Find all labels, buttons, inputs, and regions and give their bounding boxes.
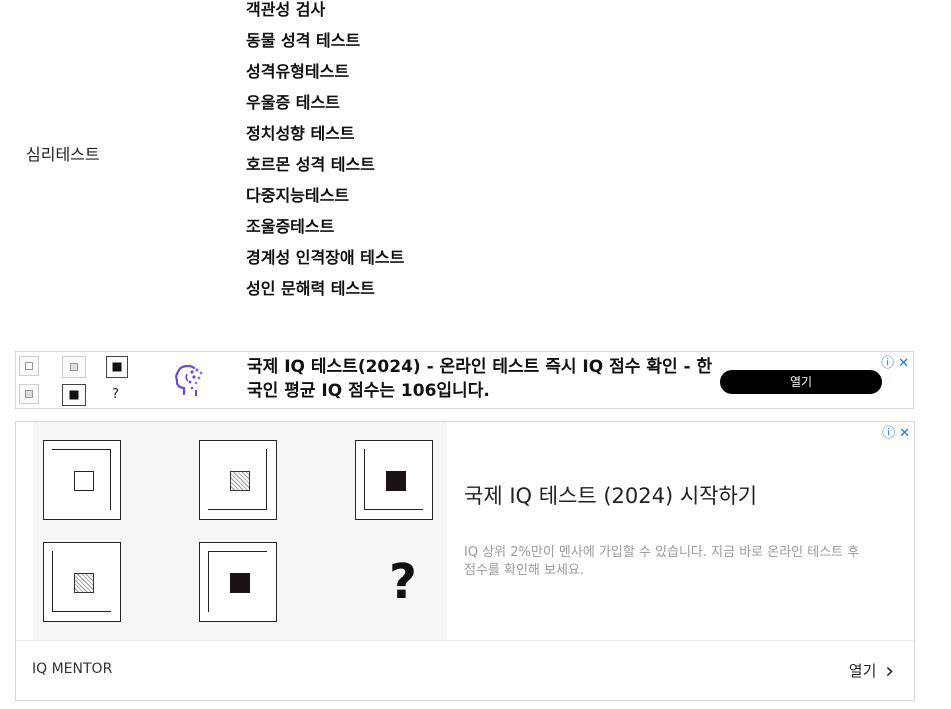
puzzle-question-mark: ? xyxy=(112,387,119,402)
banner-open-button[interactable]: 열기 xyxy=(720,370,882,394)
banner-ad-title[interactable]: 국제 IQ 테스트(2024) - 온라인 테스트 즉시 IQ 점수 확인 - … xyxy=(247,355,717,403)
ad-headline[interactable]: 국제 IQ 테스트 (2024) 시작하기 xyxy=(464,480,757,510)
test-list: 객관성 검사 동물 성격 테스트 성격유형테스트 우울증 테스트 정치성향 테스… xyxy=(246,0,404,308)
test-link[interactable]: 우울증 테스트 xyxy=(246,91,404,122)
ad-choices[interactable]: ⓘ ✕ xyxy=(878,422,910,441)
test-link[interactable]: 조울증테스트 xyxy=(246,215,404,246)
test-link[interactable]: 다중지능테스트 xyxy=(246,184,404,215)
test-link[interactable]: 성인 문해력 테스트 xyxy=(246,277,404,308)
info-icon[interactable]: ⓘ xyxy=(882,426,895,441)
puzzle-box xyxy=(199,542,277,622)
ad-description[interactable]: IQ 상위 2%만이 멘사에 가입할 수 있습니다. 지금 바로 온라인 테스트… xyxy=(464,544,864,580)
puzzle-box xyxy=(355,440,433,520)
category-label[interactable]: 심리테스트 xyxy=(26,141,100,165)
open-label: 열기 xyxy=(848,662,877,680)
banner-ad[interactable]: ? 국제 IQ 테스트(2024) - 온라인 테스트 즉시 IQ 점수 확인 … xyxy=(15,351,914,409)
open-button[interactable]: 열기 › xyxy=(849,659,894,684)
close-icon[interactable]: ✕ xyxy=(899,426,910,441)
puzzle-box xyxy=(199,440,277,520)
test-link[interactable]: 정치성향 테스트 xyxy=(246,122,404,153)
puzzle-thumbnail xyxy=(62,356,86,378)
puzzle-thumbnail xyxy=(19,384,39,404)
puzzle-thumbnail xyxy=(19,356,39,376)
brain-icon xyxy=(175,364,203,396)
puzzle-question-mark: ? xyxy=(389,554,417,610)
chevron-right-icon: › xyxy=(885,659,894,684)
test-link[interactable]: 객관성 검사 xyxy=(246,0,404,29)
ad-choices[interactable]: ⓘ ✕ xyxy=(877,352,909,371)
ad-image[interactable]: ? xyxy=(33,422,447,640)
advertiser-name[interactable]: IQ MENTOR xyxy=(32,661,112,677)
test-link[interactable]: 성격유형테스트 xyxy=(246,60,404,91)
close-icon[interactable]: ✕ xyxy=(898,356,909,371)
puzzle-thumbnail xyxy=(62,384,86,406)
test-link[interactable]: 경계성 인격장애 테스트 xyxy=(246,246,404,277)
test-link[interactable]: 동물 성격 테스트 xyxy=(246,29,404,60)
info-icon[interactable]: ⓘ xyxy=(881,356,894,371)
test-link[interactable]: 호르몬 성격 테스트 xyxy=(246,153,404,184)
native-ad-card[interactable]: ? 국제 IQ 테스트 (2024) 시작하기 IQ 상위 2%만이 멘사에 가… xyxy=(15,421,915,701)
ad-footer: IQ MENTOR 열기 › xyxy=(16,640,914,701)
puzzle-box xyxy=(43,542,121,622)
puzzle-box xyxy=(43,440,121,520)
puzzle-thumbnail xyxy=(106,356,128,378)
